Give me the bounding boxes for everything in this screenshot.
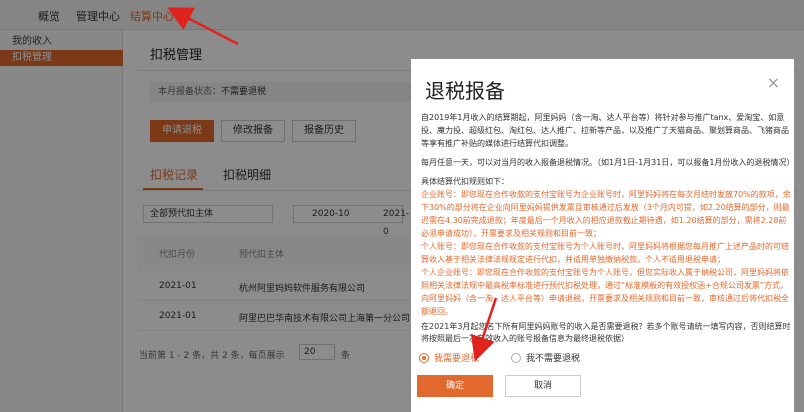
wechat-logo-icon: [672, 388, 690, 407]
arrow-to-need-refund: [470, 297, 498, 362]
annotation-arrows: [167, 7, 498, 362]
watermark: 淘客随笔: [672, 387, 756, 408]
arrow-to-settlement-center: [167, 7, 239, 46]
watermark-text: 淘客随笔: [696, 389, 757, 407]
